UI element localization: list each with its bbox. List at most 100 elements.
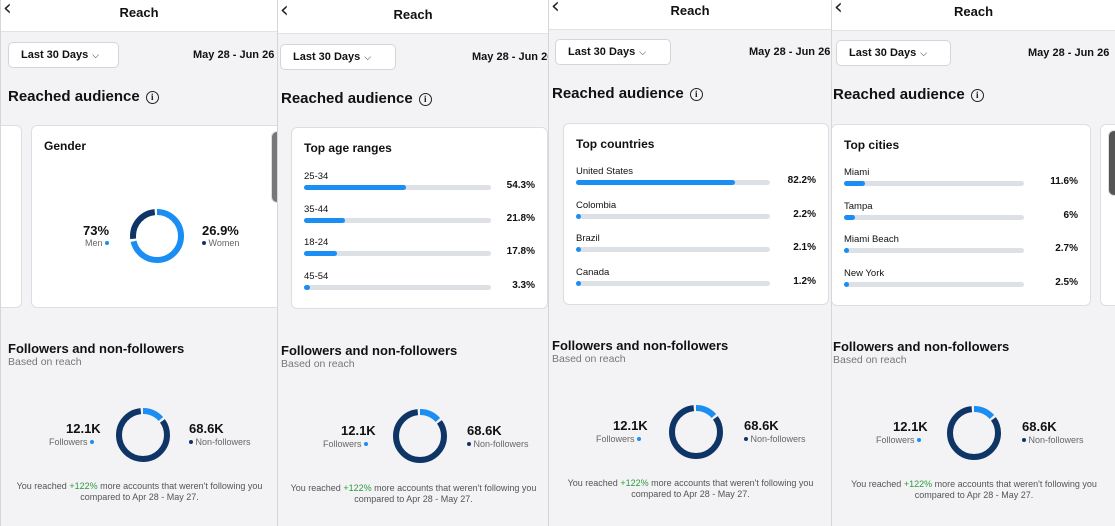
bar-track (844, 282, 1024, 287)
section-title-text: Reached audience (281, 90, 413, 107)
section-title: Reached audience i (8, 88, 159, 105)
followers-subtitle: Based on reach (552, 353, 626, 365)
age-label: 35-44 (304, 204, 329, 215)
bar-fill (304, 185, 406, 190)
followers-donut (669, 405, 723, 459)
note-prefix: You reached (16, 481, 70, 491)
followers-title: Followers and non-followers (552, 338, 729, 353)
header: ‹ Reach (278, 0, 548, 34)
country-row: Canada 1.2% (576, 267, 816, 293)
date-range-label: Last 30 Days (293, 51, 361, 63)
non-followers-label: Non-followers (744, 434, 806, 444)
bar-track (304, 185, 491, 190)
bar-fill (576, 281, 581, 286)
age-row: 35-44 21.8% (304, 204, 535, 230)
followers-count: 12.1K (66, 421, 101, 436)
bar-track (304, 285, 491, 290)
women-label: Women (202, 238, 239, 248)
section-title: Reached audience i (281, 90, 432, 107)
followers-count: 12.1K (341, 423, 376, 438)
note-line2: compared to Apr 28 - May 27. (80, 492, 199, 502)
followers-count: 12.1K (893, 419, 928, 434)
age-row: 25-34 54.3% (304, 171, 535, 197)
bar-fill (576, 180, 736, 185)
bar-fill (576, 247, 581, 252)
date-range-text: May 28 - Jun 26 (193, 49, 275, 61)
date-range-text: May 28 - Jun 26 (472, 51, 548, 63)
city-value: 6% (1063, 210, 1078, 221)
info-icon[interactable]: i (970, 89, 984, 102)
previous-card-edge[interactable] (1, 125, 22, 308)
bar-fill (304, 218, 345, 223)
info-icon[interactable]: i (418, 93, 432, 106)
city-row: Miami Beach 2.7% (844, 234, 1078, 260)
chevron-down-icon: ⌵ (364, 52, 372, 62)
age-row: 18-24 17.8% (304, 237, 535, 263)
section-title: Reached audience i (552, 85, 703, 102)
city-label: Tampa (844, 201, 873, 212)
date-range-label: Last 30 Days (849, 47, 917, 59)
info-icon[interactable]: i (145, 91, 159, 104)
note-suffix: more accounts that weren't following you (97, 481, 263, 491)
comparison-note: You reached +122% more accounts that wer… (832, 479, 1115, 501)
city-label: Miami Beach (844, 234, 899, 245)
age-value: 17.8% (506, 246, 535, 257)
followers-title: Followers and non-followers (8, 341, 185, 356)
women-dot (202, 241, 206, 245)
cities-card: Top cities Miami 11.6% Tampa 6% Miami Be… (832, 124, 1091, 306)
country-value: 2.1% (793, 242, 816, 253)
followers-subtitle: Based on reach (833, 354, 907, 366)
chevron-down-icon: ⌵ (639, 47, 647, 57)
header: ‹ Reach (549, 0, 831, 30)
note-line2: compared to Apr 28 - May 27. (914, 490, 1034, 500)
followers-label-text: Followers (596, 434, 635, 444)
bar-fill (844, 181, 865, 186)
followers-subtitle: Based on reach (281, 358, 355, 370)
non-followers-label-text: Non-followers (195, 437, 251, 447)
city-value: 2.5% (1055, 277, 1078, 288)
country-value: 82.2% (787, 175, 816, 186)
chevron-down-icon: ⌵ (92, 50, 100, 60)
non-followers-dot (744, 437, 748, 441)
city-row: New York 2.5% (844, 268, 1078, 294)
section-title: Reached audience i (833, 86, 984, 103)
country-label: Brazil (576, 233, 600, 244)
note-percent: +122% (620, 478, 649, 488)
next-card-preview[interactable] (1108, 130, 1115, 196)
bar-fill (844, 282, 849, 287)
followers-label: Followers (596, 434, 642, 444)
non-followers-dot (189, 440, 193, 444)
non-followers-label: Non-followers (467, 439, 529, 449)
men-percent: 73% (83, 223, 110, 238)
chevron-down-icon: ⌵ (920, 48, 928, 58)
city-value: 2.7% (1055, 243, 1078, 254)
city-value: 11.6% (1050, 176, 1078, 187)
followers-dot (917, 438, 922, 442)
country-label: United States (576, 166, 634, 177)
bar-track (576, 214, 770, 219)
followers-title: Followers and non-followers (833, 339, 1010, 354)
bar-track (576, 281, 770, 286)
date-range-button[interactable]: Last 30 Days ⌵ (555, 39, 671, 65)
comparison-note: You reached +122% more accounts that wer… (549, 478, 831, 500)
note-line2: compared to Apr 28 - May 27. (354, 494, 473, 504)
note-prefix: You reached (290, 483, 344, 493)
page-title: Reach (670, 3, 710, 18)
date-range-button[interactable]: Last 30 Days ⌵ (8, 42, 119, 68)
country-row: Colombia 2.2% (576, 200, 816, 226)
note-prefix: You reached (851, 479, 904, 489)
date-range-text: May 28 - Jun 26 (749, 46, 831, 58)
non-followers-label-text: Non-followers (473, 439, 529, 449)
date-range-button[interactable]: Last 30 Days ⌵ (836, 40, 951, 66)
section-title-text: Reached audience (8, 88, 140, 105)
date-range-button[interactable]: Last 30 Days ⌵ (280, 44, 396, 70)
info-icon[interactable]: i (689, 88, 703, 101)
note-suffix: more accounts that weren't following you (648, 478, 814, 488)
age-row: 45-54 3.3% (304, 271, 535, 297)
city-row: Tampa 6% (844, 201, 1078, 227)
date-range-text: May 28 - Jun 26 (1028, 47, 1110, 59)
card-title: Top countries (576, 137, 655, 151)
followers-label: Followers (323, 439, 369, 449)
page-title: Reach (953, 4, 994, 19)
followers-title: Followers and non-followers (281, 343, 458, 358)
